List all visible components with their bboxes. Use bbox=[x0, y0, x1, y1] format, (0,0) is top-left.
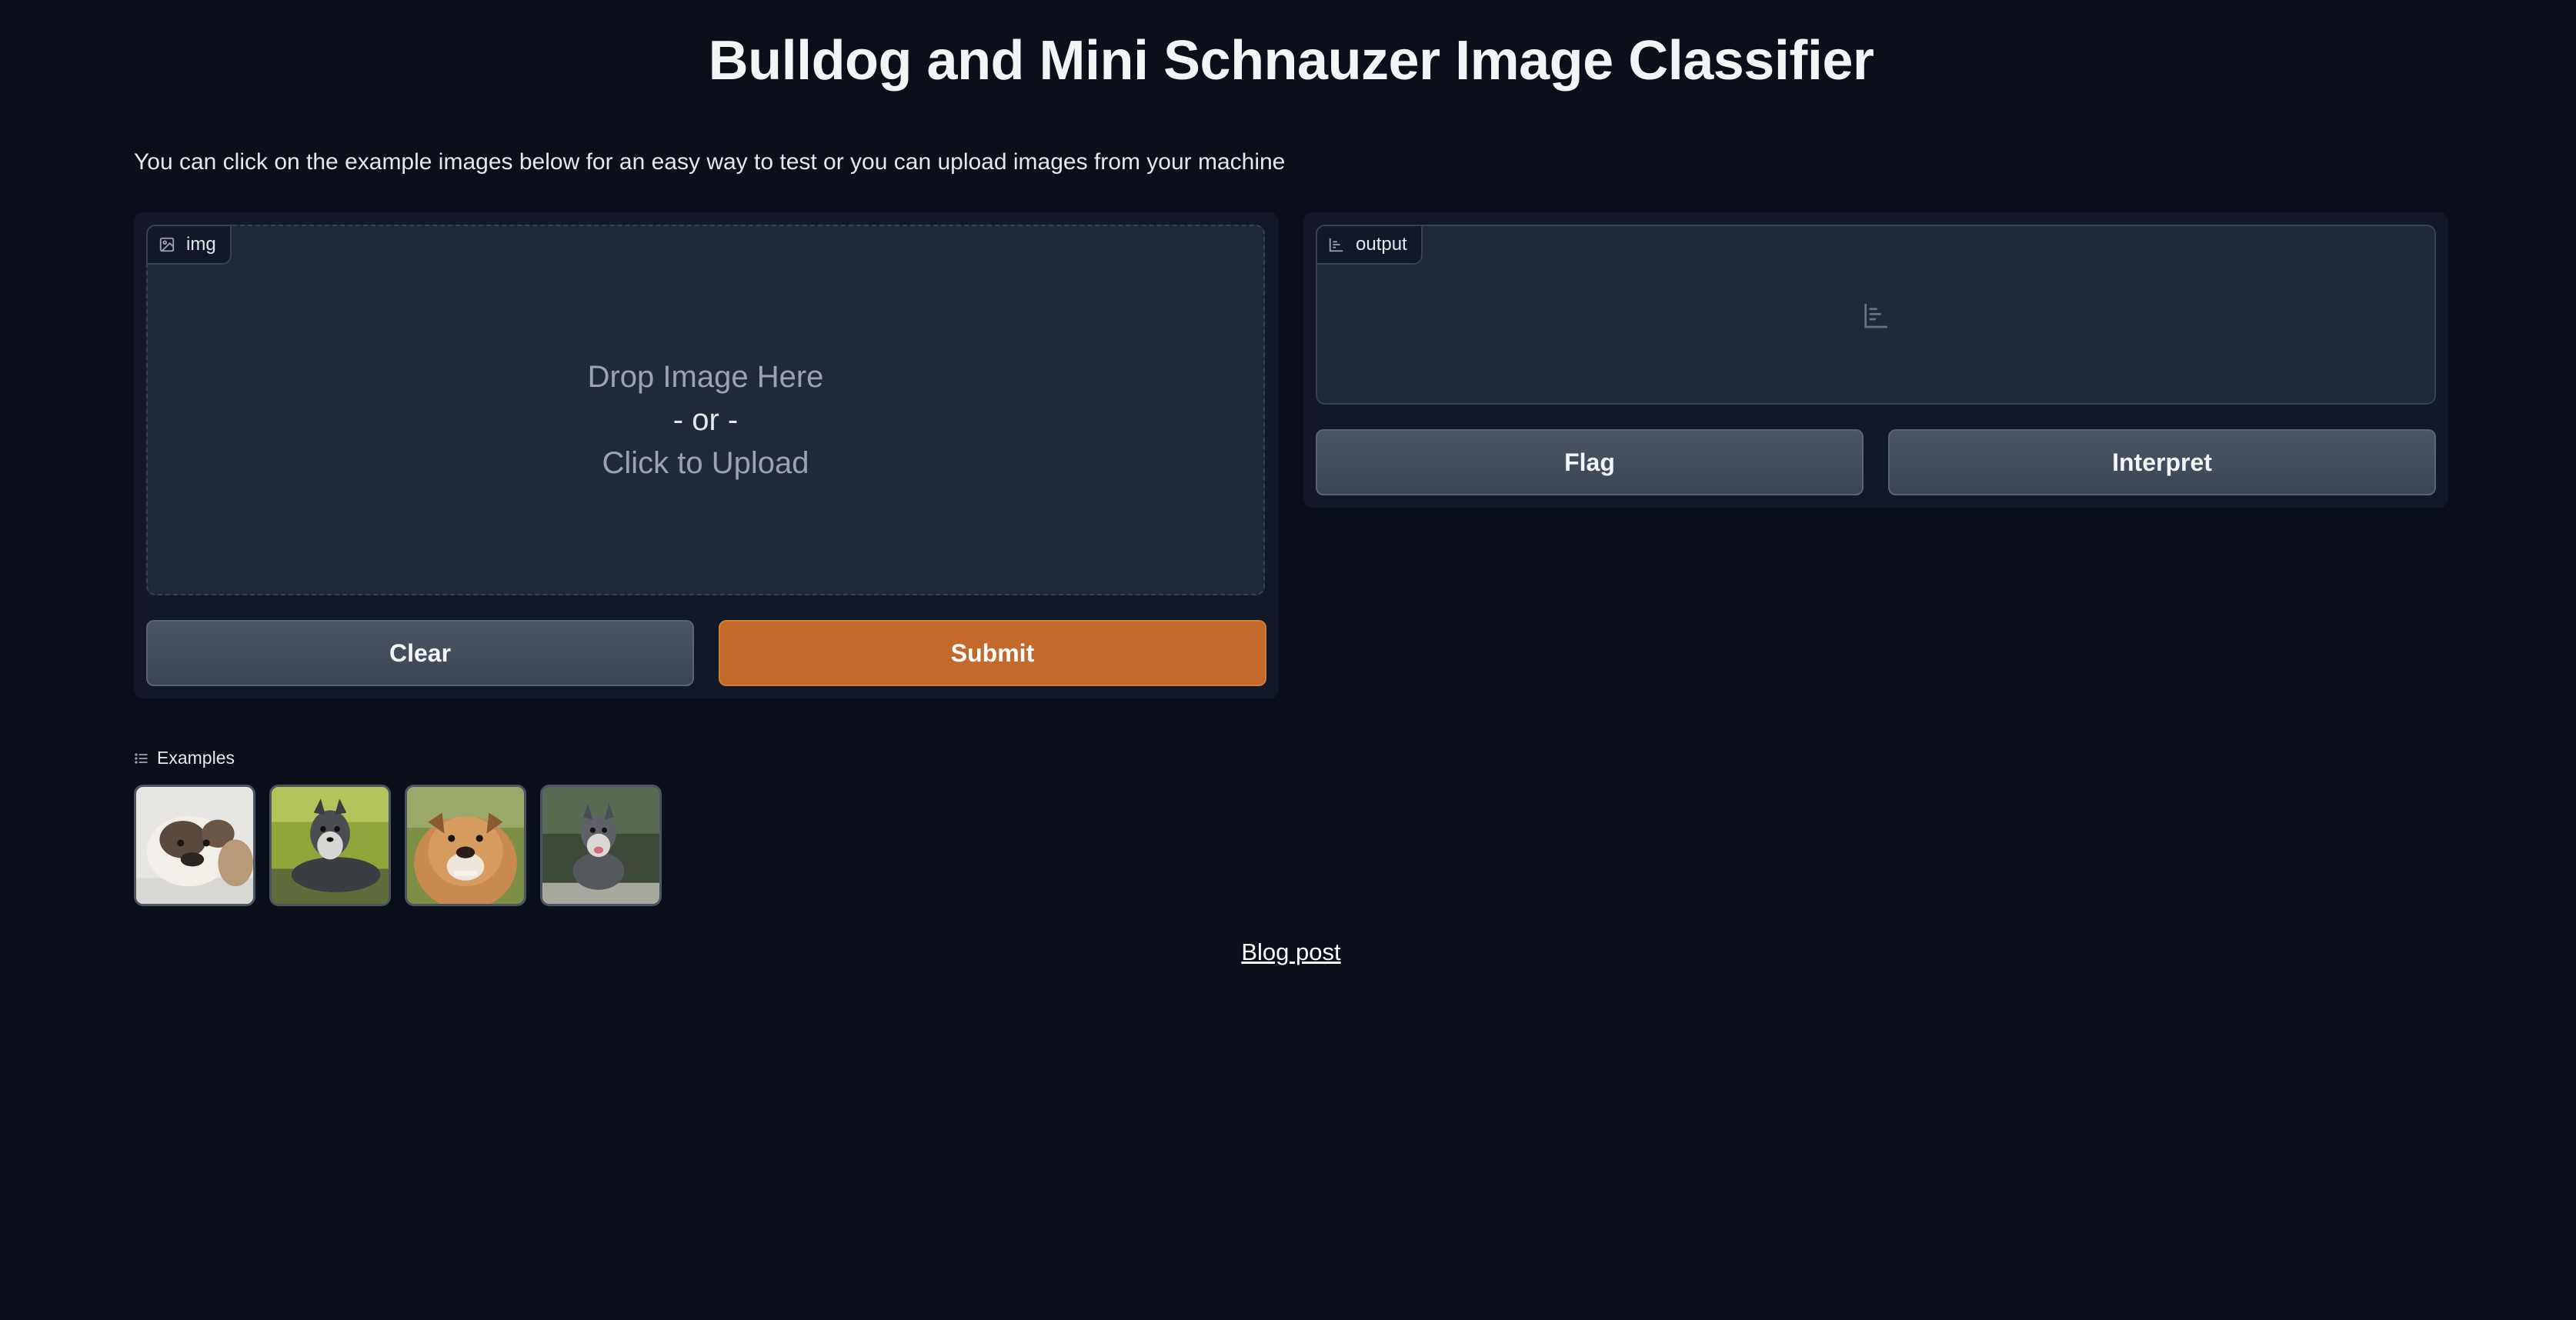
interpret-button[interactable]: Interpret bbox=[1888, 429, 2436, 495]
output-display: output bbox=[1316, 225, 2436, 405]
image-upload-dropzone[interactable]: img Drop Image Here - or - Click to Uplo… bbox=[146, 225, 1265, 595]
app-page: Bulldog and Mini Schnauzer Image Classif… bbox=[0, 0, 2576, 1320]
clear-button[interactable]: Clear bbox=[146, 620, 694, 686]
drop-instructions: Drop Image Here - or - Click to Upload bbox=[148, 355, 1263, 485]
blog-post-link[interactable]: Blog post bbox=[0, 938, 2576, 966]
flag-button[interactable]: Flag bbox=[1316, 429, 1864, 495]
bulldog-photo bbox=[136, 787, 253, 904]
schnauzer-photo bbox=[542, 787, 659, 904]
input-panel: img Drop Image Here - or - Click to Uplo… bbox=[134, 212, 1279, 698]
example-thumbnail-2[interactable] bbox=[269, 785, 391, 906]
page-description: You can click on the example images belo… bbox=[134, 149, 1286, 175]
page-title: Bulldog and Mini Schnauzer Image Classif… bbox=[708, 30, 1874, 92]
example-thumbnail-3[interactable] bbox=[405, 785, 526, 906]
image-icon bbox=[159, 237, 175, 252]
example-thumbnail-4[interactable] bbox=[540, 785, 662, 906]
example-thumbnail-1[interactable] bbox=[134, 785, 255, 906]
or-separator: - or - bbox=[672, 403, 739, 437]
output-panel: output Flag Interpret bbox=[1303, 212, 2448, 508]
schnauzer-photo bbox=[272, 787, 389, 904]
input-label-tag: img bbox=[146, 225, 232, 265]
click-to-upload-text: Click to Upload bbox=[602, 446, 809, 480]
examples-header: Examples bbox=[134, 748, 235, 768]
submit-button[interactable]: Submit bbox=[719, 620, 1266, 686]
output-label: output bbox=[1356, 234, 1407, 255]
drop-image-text: Drop Image Here bbox=[587, 360, 824, 394]
list-icon bbox=[135, 752, 148, 764]
bar-chart-icon bbox=[1329, 238, 1343, 252]
bulldog-photo bbox=[407, 787, 524, 904]
output-label-tag: output bbox=[1316, 225, 1423, 265]
bar-chart-placeholder-icon bbox=[1864, 304, 1887, 328]
examples-label: Examples bbox=[157, 748, 235, 768]
input-label: img bbox=[186, 234, 216, 255]
